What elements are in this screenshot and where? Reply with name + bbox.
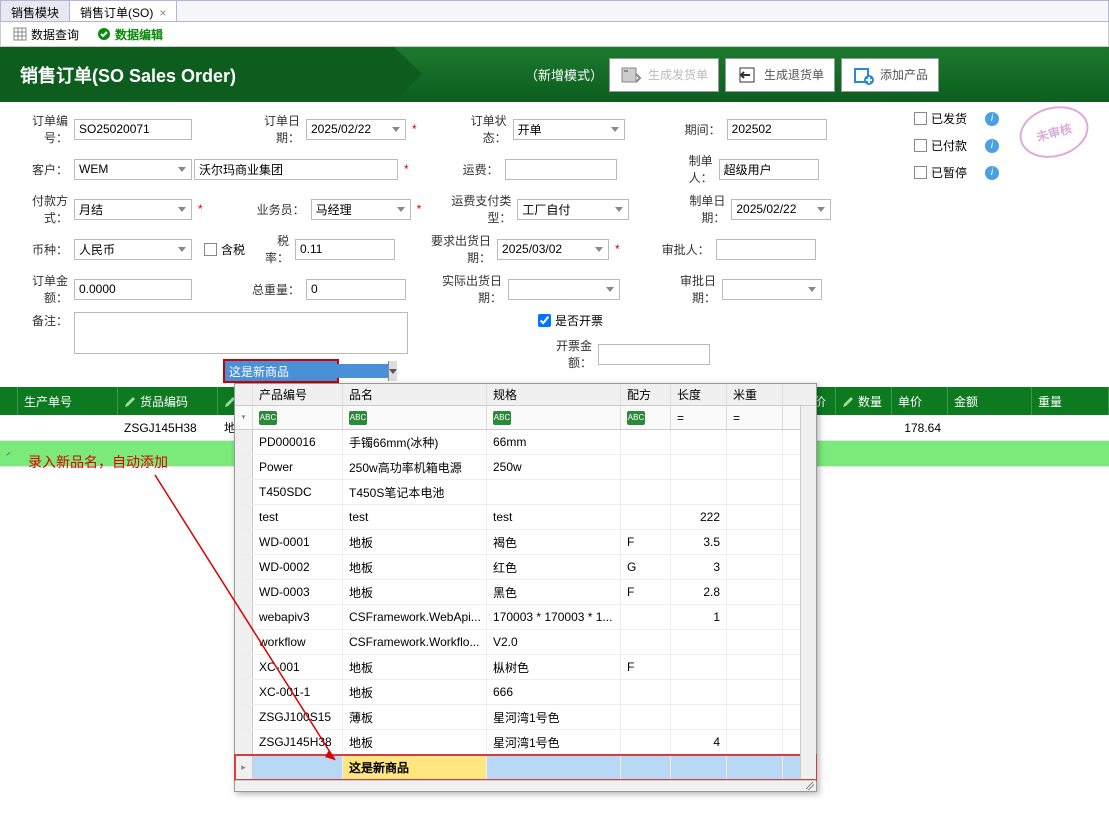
tab-sales-order[interactable]: 销售订单(SO)×: [70, 1, 177, 21]
text-filter-icon[interactable]: ABC: [627, 411, 645, 425]
invoice-amount-input[interactable]: [598, 344, 710, 365]
dropdown-row[interactable]: ▸这是新商品: [235, 755, 816, 780]
pencil-icon: [6, 451, 11, 456]
dropdown-row[interactable]: XC-001-1地板666: [235, 680, 816, 705]
paid-checkbox[interactable]: [914, 139, 927, 152]
text-filter-icon[interactable]: ABC: [259, 411, 277, 425]
period-input[interactable]: [727, 119, 827, 140]
dropdown-row[interactable]: webapiv3CSFramework.WebApi...170003 * 17…: [235, 605, 816, 630]
create-date-input[interactable]: [731, 199, 831, 220]
text-filter-icon[interactable]: ABC: [493, 411, 511, 425]
pay-method-select[interactable]: [74, 199, 192, 220]
dropdown-button[interactable]: [388, 361, 397, 381]
info-icon[interactable]: i: [985, 112, 999, 126]
salesman-select[interactable]: [311, 199, 411, 220]
grid-icon: [13, 27, 27, 41]
filter-icon[interactable]: [241, 412, 246, 423]
order-date-input[interactable]: [306, 119, 406, 140]
add-product-icon: [852, 64, 874, 86]
order-amount-input[interactable]: [74, 279, 192, 300]
gen-shipment-button[interactable]: 生成发货单: [609, 58, 719, 92]
order-no-input[interactable]: [74, 119, 192, 140]
edit-icon: [97, 27, 111, 41]
gen-return-button[interactable]: 生成退货单: [725, 58, 835, 92]
dropdown-row[interactable]: PD000016手镯66mm(冰种)66mm: [235, 430, 816, 455]
status-checks: 已发货i 已付款i 已暂停i: [914, 110, 999, 191]
sub-tabs: 数据查询 数据编辑: [0, 22, 1109, 47]
page-title: 销售订单(SO Sales Order): [20, 62, 236, 88]
item-name-edit-cell[interactable]: [223, 359, 339, 383]
dropdown-row[interactable]: workflowCSFramework.Workflo...V2.0: [235, 630, 816, 655]
edit-icon: [124, 395, 137, 408]
creator-input[interactable]: [719, 159, 819, 180]
approve-date-input[interactable]: [722, 279, 822, 300]
tab-sales-module[interactable]: 销售模块: [1, 1, 70, 21]
dropdown-row[interactable]: WD-0003地板黑色F2.8: [235, 580, 816, 605]
customer-name-input[interactable]: [194, 159, 398, 180]
actual-ship-date-input[interactable]: [508, 279, 620, 300]
dropdown-row[interactable]: XC-001地板枞树色F: [235, 655, 816, 680]
paused-checkbox[interactable]: [914, 166, 927, 179]
tax-rate-input[interactable]: [295, 239, 395, 260]
item-name-cell-input[interactable]: [225, 364, 388, 378]
currency-select[interactable]: [74, 239, 192, 260]
freight-pay-select[interactable]: [517, 199, 629, 220]
dropdown-row[interactable]: ZSGJ100S15薄板星河湾1号色: [235, 705, 816, 730]
freight-input[interactable]: [505, 159, 617, 180]
info-icon[interactable]: i: [985, 139, 999, 153]
invoice-checkbox[interactable]: [538, 314, 551, 327]
tax-incl-checkbox[interactable]: [204, 243, 217, 256]
add-product-button[interactable]: 添加产品: [841, 58, 939, 92]
close-icon[interactable]: ×: [159, 6, 166, 20]
shipped-checkbox[interactable]: [914, 112, 927, 125]
dropdown-row[interactable]: T450SDCT450S笔记本电池: [235, 480, 816, 505]
annotation-text: 录入新品名，自动添加: [28, 452, 168, 472]
order-status-select[interactable]: [513, 119, 625, 140]
info-icon[interactable]: i: [985, 166, 999, 180]
page-header: 销售订单(SO Sales Order) （新增模式） 生成发货单 生成退货单 …: [0, 47, 1109, 102]
dropdown-row[interactable]: Power250w高功率机箱电源250w: [235, 455, 816, 480]
dropdown-row[interactable]: WD-0002地板红色G3: [235, 555, 816, 580]
return-icon: [736, 64, 758, 86]
order-form: 未审核 已发货i 已付款i 已暂停i 订单编号： 订单日期：* 订单状态： 期间…: [0, 102, 1109, 387]
dropdown-row[interactable]: WD-0001地板褐色F3.5: [235, 530, 816, 555]
dropdown-filter-row: ABC ABC ABC ABC = =: [235, 406, 816, 430]
customer-code-input[interactable]: [74, 159, 192, 180]
remark-textarea[interactable]: [74, 312, 408, 354]
total-weight-input[interactable]: [306, 279, 406, 300]
approver-input[interactable]: [716, 239, 816, 260]
module-tabs: 销售模块 销售订单(SO)×: [0, 0, 1109, 22]
req-ship-date-input[interactable]: [497, 239, 609, 260]
subtab-edit[interactable]: 数据编辑: [89, 23, 171, 46]
mode-label: （新增模式）: [525, 65, 603, 84]
subtab-query[interactable]: 数据查询: [5, 23, 87, 46]
chevron-down-icon: [389, 369, 397, 374]
dropdown-row[interactable]: testtesttest222: [235, 505, 816, 530]
scrollbar[interactable]: [800, 406, 816, 779]
shipment-icon: [620, 64, 642, 86]
resize-handle[interactable]: [235, 780, 816, 791]
dropdown-header: 产品编号 品名 规格 配方 长度 米重: [235, 384, 816, 406]
dropdown-row[interactable]: ZSGJ145H38地板星河湾1号色4: [235, 730, 816, 755]
product-dropdown: 产品编号 品名 规格 配方 长度 米重 ABC ABC ABC ABC = = …: [234, 383, 817, 792]
text-filter-icon[interactable]: ABC: [349, 411, 367, 425]
